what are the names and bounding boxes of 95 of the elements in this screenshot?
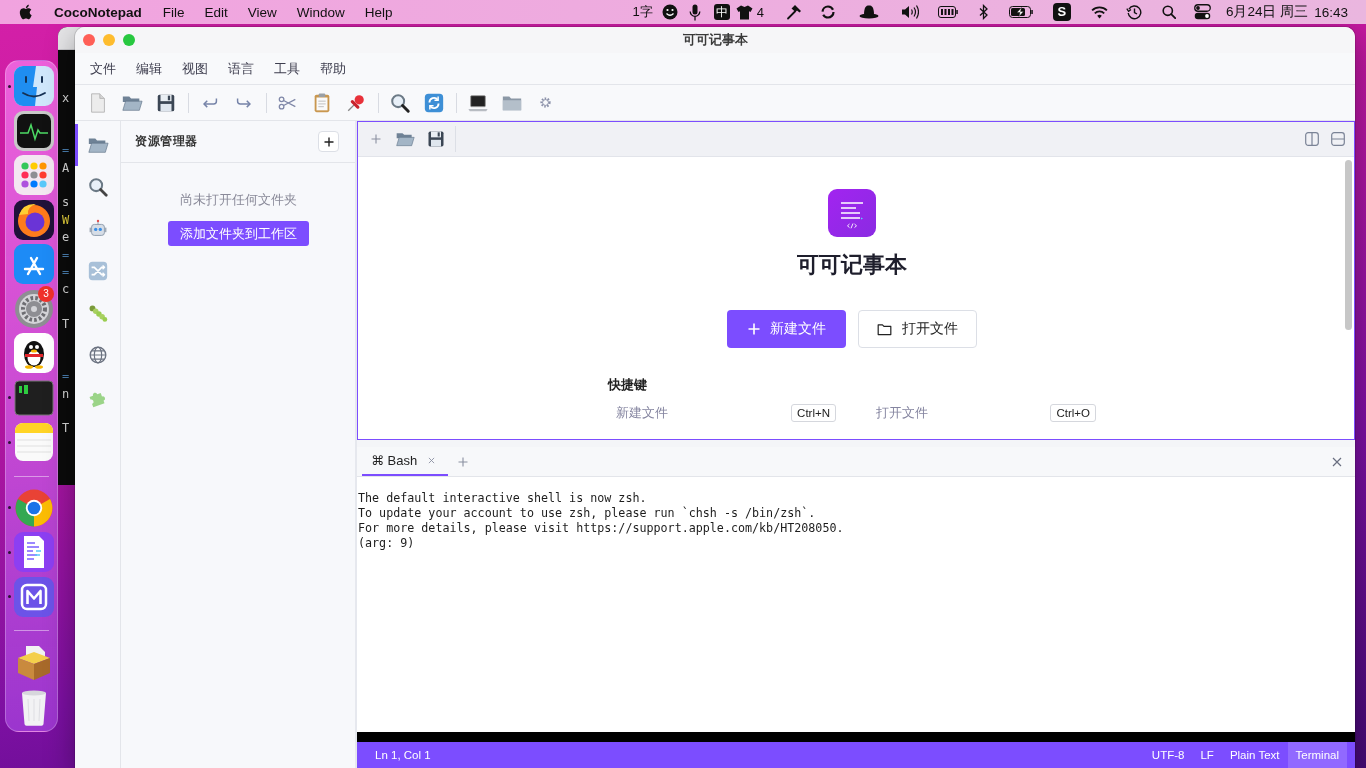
terminal-tab[interactable]: ⌘ Bash bbox=[362, 447, 449, 476]
wifi-icon[interactable] bbox=[1090, 5, 1108, 19]
terminal-text-fragment: n bbox=[62, 385, 70, 403]
battery-charging-icon[interactable] bbox=[1008, 6, 1033, 18]
app-menu[interactable]: CocoNotepad bbox=[54, 4, 142, 20]
status-bar-item[interactable]: UTF-8 bbox=[1143, 742, 1193, 768]
document-tile-icon[interactable] bbox=[14, 532, 54, 572]
terminal-text-fragment: = bbox=[62, 246, 70, 264]
hammer-icon[interactable] bbox=[785, 4, 802, 20]
terminal-text-fragment: T bbox=[62, 420, 70, 438]
status-bar-item[interactable]: Terminal bbox=[1287, 742, 1347, 768]
terminal-text-fragment: x bbox=[62, 90, 70, 107]
menu-item[interactable]: 帮助 bbox=[320, 59, 346, 78]
shortcut-key: Ctrl+O bbox=[1050, 404, 1096, 422]
plus-icon bbox=[323, 136, 334, 147]
terminal-output-line: (arg: 9) bbox=[358, 536, 415, 551]
shuffle-icon bbox=[86, 260, 109, 282]
bluetooth-icon[interactable] bbox=[978, 4, 988, 20]
status-bar-item[interactable]: LF bbox=[1192, 742, 1222, 768]
terminal-output-line: For more details, please visit https://support.apple.com/kb/HT208050. bbox=[358, 521, 844, 536]
flame-globe-icon[interactable] bbox=[14, 199, 54, 240]
shortcut-label: 打开文件 bbox=[876, 404, 928, 422]
pulse-screen-icon[interactable] bbox=[14, 110, 54, 151]
status-bar-item[interactable]: Plain Text bbox=[1221, 742, 1288, 768]
menu-item[interactable]: 工具 bbox=[274, 59, 300, 78]
settings-icon[interactable] bbox=[539, 96, 552, 109]
close-window-control[interactable] bbox=[83, 34, 95, 46]
split-columns-icon[interactable] bbox=[1305, 132, 1319, 146]
terminal-output-line: To update your account to use zsh, please run `chsh -s /bin/zsh`. bbox=[358, 506, 816, 521]
microphone-icon[interactable] bbox=[688, 3, 701, 21]
close-icon[interactable] bbox=[1332, 456, 1342, 467]
menu-bar-item[interactable]: File bbox=[162, 4, 185, 20]
menu-item[interactable]: 文件 bbox=[90, 59, 116, 78]
terminal-text-fragment: e bbox=[62, 229, 70, 247]
refresh-icon[interactable] bbox=[423, 91, 445, 114]
penguin-icon[interactable] bbox=[14, 333, 54, 373]
terminal-text-fragment: = bbox=[62, 368, 70, 386]
notification-badge: 3 bbox=[38, 285, 54, 302]
search-icon bbox=[86, 176, 109, 198]
shortcut-label: 新建文件 bbox=[616, 404, 668, 422]
empty-state-message: 尚未打开任何文件夹 bbox=[179, 191, 297, 209]
sync-icon[interactable] bbox=[819, 4, 836, 20]
add-button[interactable] bbox=[318, 131, 339, 152]
menu-bar-date[interactable]: 6月24日 周三 bbox=[1225, 3, 1309, 21]
cursor-position[interactable]: Ln 1, Col 1 bbox=[375, 749, 431, 761]
terminal-icon[interactable] bbox=[14, 377, 54, 418]
new-file-button[interactable]: 新建文件 bbox=[727, 310, 846, 348]
panel-title: 资源管理器 bbox=[135, 133, 198, 150]
add-folder-button[interactable]: 添加文件夹到工作区 bbox=[167, 221, 309, 246]
menu-bar-item[interactable]: Help bbox=[364, 4, 393, 20]
terminal-text-fragment: s bbox=[62, 194, 70, 212]
input-method-logo[interactable]: S bbox=[1052, 3, 1071, 21]
smiley-icon[interactable] bbox=[661, 4, 678, 20]
plus-icon bbox=[747, 323, 760, 335]
m-logo-icon[interactable] bbox=[14, 576, 54, 617]
split-rows-icon[interactable] bbox=[1331, 132, 1345, 146]
folder-icon bbox=[877, 322, 892, 336]
toggles-icon[interactable] bbox=[1193, 4, 1211, 20]
welcome-title: 可可记事本 bbox=[797, 251, 907, 279]
menu-bar-item[interactable]: View bbox=[247, 4, 277, 20]
menu-bar-item[interactable]: Edit bbox=[204, 4, 228, 20]
apple-logo-icon[interactable] bbox=[19, 4, 33, 20]
window-title: 可可记事本 bbox=[681, 31, 749, 49]
terminal-text-fragment: W bbox=[62, 211, 70, 229]
clock-history-icon[interactable] bbox=[1125, 4, 1142, 20]
notepad-logo-icon bbox=[828, 189, 876, 237]
menu-bar-clock[interactable]: 16:43 bbox=[1314, 4, 1348, 20]
hat-icon[interactable] bbox=[858, 4, 879, 20]
shortcuts-heading: 快捷键 bbox=[608, 376, 647, 393]
face-tile-icon[interactable] bbox=[14, 66, 54, 106]
terminal-text-fragment: = bbox=[62, 142, 70, 160]
terminal-text-fragment: c bbox=[62, 281, 70, 299]
search-icon[interactable] bbox=[389, 91, 411, 114]
menu-item[interactable]: 语言 bbox=[228, 59, 254, 78]
open-file-button[interactable]: 打开文件 bbox=[858, 310, 977, 348]
volume-icon[interactable] bbox=[900, 4, 919, 20]
shortcut-key: Ctrl+N bbox=[791, 404, 836, 422]
terminal-output-line: The default interactive shell is now zsh. bbox=[358, 491, 647, 506]
input-mode-indicator[interactable]: 1字 bbox=[632, 3, 653, 21]
menu-bar-item[interactable]: Window bbox=[296, 4, 345, 20]
input-source-indicator[interactable]: 中 bbox=[713, 4, 730, 20]
notepad-icon[interactable] bbox=[14, 422, 54, 462]
a-tile-icon[interactable] bbox=[14, 244, 54, 284]
battery-bars-icon[interactable] bbox=[937, 6, 958, 18]
shirt-icon[interactable] bbox=[735, 4, 753, 20]
terminal-text-fragment: = bbox=[62, 263, 70, 281]
close-icon[interactable] bbox=[428, 457, 436, 464]
terminal-text-fragment: A bbox=[62, 159, 70, 177]
shirt-count[interactable]: 4 bbox=[756, 4, 764, 20]
browser-circle-icon[interactable] bbox=[14, 487, 54, 528]
menu-item[interactable]: 视图 bbox=[182, 59, 208, 78]
scrollbar-thumb[interactable] bbox=[1345, 160, 1352, 330]
menu-item[interactable]: 编辑 bbox=[136, 59, 162, 78]
terminal-text-fragment: T bbox=[62, 316, 70, 334]
search-icon[interactable] bbox=[1161, 5, 1176, 19]
